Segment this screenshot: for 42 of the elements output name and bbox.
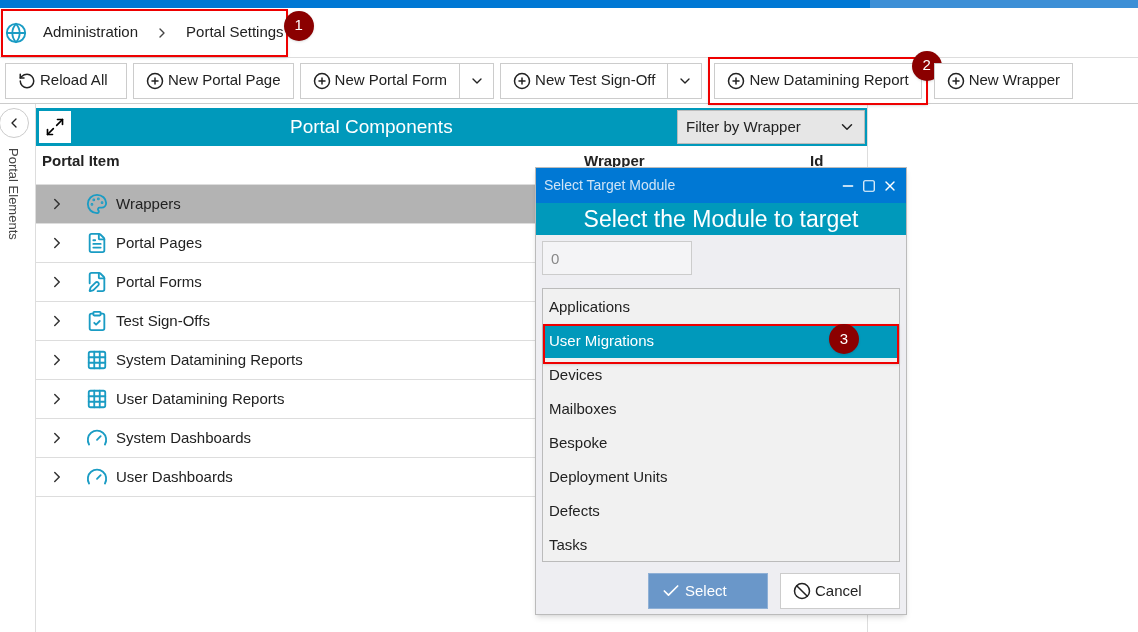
breadcrumb-item[interactable]: Portal Settings (186, 21, 284, 44)
tree-row-label: Wrappers (116, 193, 181, 214)
collapse-button[interactable] (0, 108, 29, 138)
filter-dropdown[interactable]: Filter by Wrapper (677, 110, 865, 144)
plus-circle-icon (312, 71, 331, 90)
cancel-button[interactable]: Cancel (780, 573, 900, 609)
palette-icon (86, 193, 108, 215)
plus-circle-icon (146, 71, 164, 90)
column-header[interactable]: Portal Item (36, 149, 584, 173)
breadcrumb-item[interactable]: Administration (43, 21, 139, 44)
toolbar-button[interactable]: New Portal Page (133, 62, 294, 99)
file-pen-icon (86, 271, 108, 293)
tree-row-label: Portal Pages (116, 232, 202, 253)
clipboard-check-icon (86, 310, 108, 332)
maximize-icon[interactable] (862, 178, 876, 193)
module-list-item[interactable]: Tasks (543, 528, 899, 562)
plus-circle-icon (727, 71, 746, 90)
panel-title: Portal Components (290, 114, 453, 139)
expand-icon (45, 117, 65, 137)
tree-row-label: Test Sign-Offs (116, 310, 210, 331)
toolbar-button[interactable]: New Wrapper (933, 62, 1074, 99)
grid-icon (86, 388, 108, 410)
tree-row-label: User Datamining Reports (116, 388, 285, 409)
tree-row-label: User Dashboards (116, 466, 233, 487)
side-panel-label[interactable]: Portal Elements (3, 148, 24, 240)
tree-row-label: System Datamining Reports (116, 349, 303, 370)
reload-icon (18, 71, 36, 90)
tree-row-label: Portal Forms (116, 271, 202, 292)
grid-icon (86, 349, 108, 371)
document-icon (86, 232, 108, 254)
cancel-icon (793, 582, 811, 600)
module-list-item[interactable]: Defects (543, 494, 899, 528)
expand-button[interactable] (39, 111, 71, 143)
plus-circle-icon (513, 71, 532, 90)
toolbar-button[interactable]: New Portal Form (299, 62, 461, 99)
toolbar-button[interactable]: New Test Sign-Off (500, 62, 669, 99)
globe-icon (5, 21, 27, 44)
toolbar-button[interactable]: Reload All (5, 62, 127, 99)
callout-number: 1 (283, 10, 314, 41)
toolbar-button[interactable]: New Datamining Report (714, 62, 922, 99)
plus-circle-icon (946, 71, 965, 90)
tree-row-label: System Dashboards (116, 427, 252, 448)
